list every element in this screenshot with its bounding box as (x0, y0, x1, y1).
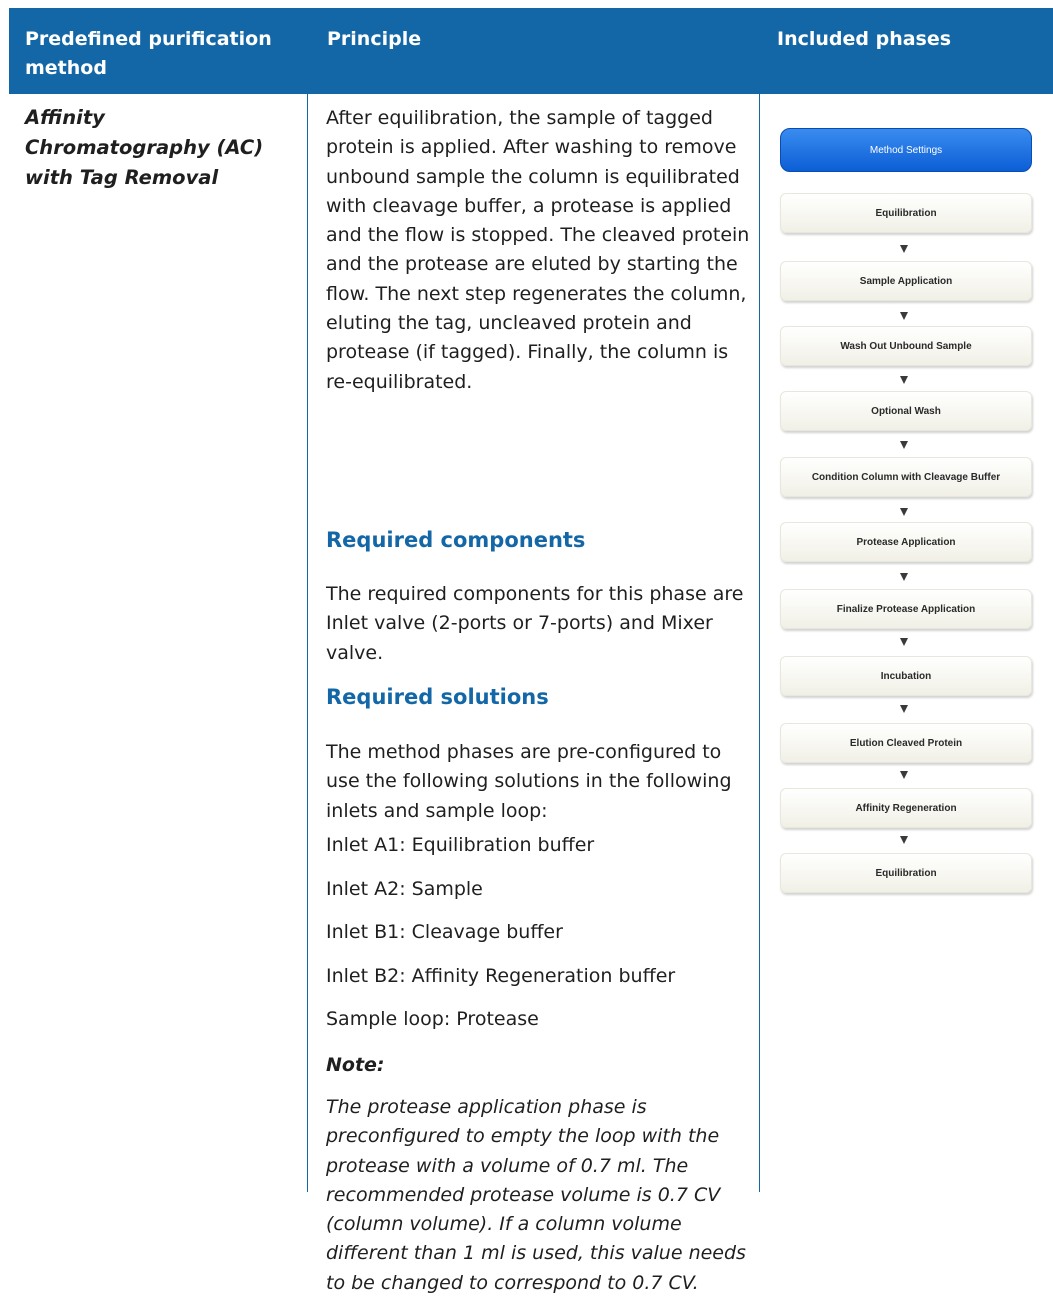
phase-box[interactable]: Incubation (780, 656, 1032, 696)
principle-text: After equilibration, the sample of tagge… (326, 107, 750, 393)
phase-box[interactable]: Wash Out Unbound Sample (780, 326, 1032, 366)
phase-box[interactable]: Condition Column with Cleavage Buffer (780, 457, 1032, 497)
arrow-down-icon (900, 705, 908, 713)
phase-box[interactable]: Elution Cleaved Protein (780, 723, 1032, 763)
column-divider (307, 94, 308, 1192)
arrow-down-icon (900, 573, 908, 581)
header-included-phases: Included phases (777, 28, 952, 50)
arrow-down-icon (900, 376, 908, 384)
header-predefined-method: Predefined purification method (25, 28, 272, 79)
phase-box[interactable]: Finalize Protease Application (780, 589, 1032, 629)
solution-item: Inlet A2: Sample (326, 878, 483, 900)
arrow-down-icon (900, 312, 908, 320)
phase-box[interactable]: Equilibration (780, 193, 1032, 233)
required-solutions-heading: Required solutions (326, 685, 549, 709)
solution-item: Inlet B2: Affinity Regeneration buffer (326, 965, 676, 987)
required-solutions-text: The method phases are pre-configured to … (326, 741, 732, 822)
phase-box[interactable]: Protease Application (780, 522, 1032, 562)
solution-item: Sample loop: Protease (326, 1008, 539, 1030)
method-settings-button[interactable]: Method Settings (780, 128, 1032, 172)
arrow-down-icon (900, 441, 908, 449)
phase-box[interactable]: Sample Application (780, 261, 1032, 301)
note-heading: Note: (326, 1054, 385, 1076)
arrow-down-icon (900, 245, 908, 253)
arrow-down-icon (900, 771, 908, 779)
arrow-down-icon (900, 638, 908, 646)
solution-item: Inlet A1: Equilibration buffer (326, 834, 595, 856)
phase-box[interactable]: Affinity Regeneration (780, 788, 1032, 828)
required-components-text: The required components for this phase a… (326, 583, 744, 664)
phase-box[interactable]: Optional Wash (780, 391, 1032, 431)
column-divider (759, 94, 760, 1192)
solution-item: Inlet B1: Cleavage buffer (326, 921, 563, 943)
table-header: Predefined purification method Principle… (9, 8, 1053, 94)
header-principle: Principle (327, 28, 422, 50)
required-components-heading: Required components (326, 528, 586, 552)
method-name: Affinity Chromatography (AC) with Tag Re… (25, 106, 264, 189)
arrow-down-icon (900, 508, 908, 516)
phase-box[interactable]: Equilibration (780, 853, 1032, 893)
arrow-down-icon (900, 836, 908, 844)
note-text: The protease application phase is precon… (326, 1096, 746, 1294)
